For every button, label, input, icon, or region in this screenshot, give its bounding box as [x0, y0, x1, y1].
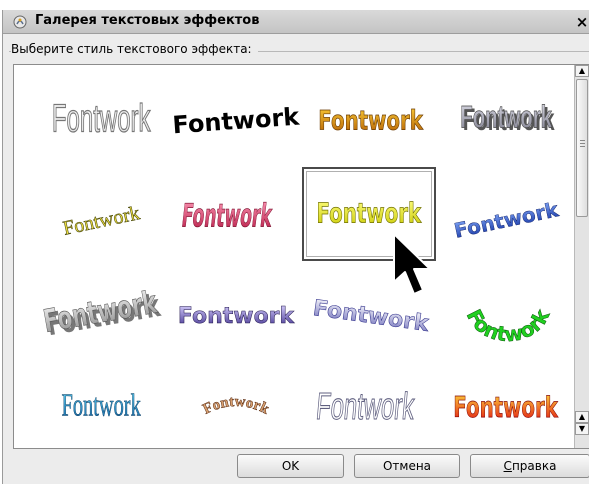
- grip-icon: [580, 140, 585, 141]
- effect-text: Fontwork: [172, 103, 302, 140]
- effect-text: Fontwork: [460, 99, 552, 135]
- effect-text: Fontwork: [201, 394, 273, 418]
- effect-tile-gray-3d-arch[interactable]: Fontwork Fontwork: [34, 265, 168, 359]
- effect-tile-green-circle-arc[interactable]: Fontwork: [439, 265, 573, 359]
- scrollbar-thumb[interactable]: [576, 79, 588, 217]
- scroll-up-arrow-icon[interactable]: ▲: [575, 65, 589, 77]
- effect-tile-outline-gray[interactable]: Fontwork: [34, 73, 168, 167]
- effect-tile-purple-3d[interactable]: Fontwork: [169, 265, 303, 359]
- effect-text-path: Fontwork: [461, 305, 554, 347]
- scroll-down-arrow-icon[interactable]: ▼: [575, 423, 589, 435]
- effect-tile-yellow-gradient[interactable]: Fontwork: [302, 167, 436, 261]
- effect-tile-blue-wave[interactable]: Fontwork: [304, 265, 438, 359]
- effects-gallery[interactable]: Fontwork Fontwork Fontwork Fontwork Font…: [13, 64, 589, 449]
- ok-button[interactable]: OK: [237, 454, 344, 478]
- effect-tile-bold-black-arc[interactable]: Fontwork: [169, 73, 303, 167]
- effect-tile-outline-wave[interactable]: Fontwork: [304, 361, 438, 455]
- effect-text: Fontwork: [452, 197, 561, 243]
- effect-text: Fontwork: [316, 198, 422, 230]
- button-bar: OK Отмена Справка: [3, 450, 589, 484]
- help-button[interactable]: Справка: [470, 454, 589, 478]
- effect-tile-red-orange-bold[interactable]: Fontwork: [439, 361, 573, 455]
- effect-text: Fontwork: [318, 105, 423, 137]
- effect-text: Fontwork: [315, 384, 417, 427]
- vertical-scrollbar[interactable]: ▲ ▲ ▼: [574, 65, 589, 448]
- title-bar[interactable]: Галерея текстовых эффектов ×: [3, 10, 589, 34]
- section-label: Выберите стиль текстового эффекта:: [11, 42, 258, 56]
- effect-text: Fontwork: [462, 305, 555, 347]
- app-icon: [13, 15, 27, 29]
- effect-text: Fontwork: [453, 390, 558, 424]
- effect-text: Fontwork: [180, 198, 275, 235]
- scroll-up-arrow-icon-bottom[interactable]: ▲: [575, 411, 589, 423]
- help-label: правка: [511, 459, 557, 473]
- cancel-button[interactable]: Отмена: [354, 454, 460, 478]
- effects-grid: Fontwork Fontwork Fontwork Fontwork Font…: [14, 65, 574, 448]
- window-title: Галерея текстовых эффектов: [35, 13, 260, 28]
- fontwork-gallery-dialog: Галерея текстовых эффектов × Выберите ст…: [2, 10, 589, 484]
- effect-text-path: Fontwork: [200, 394, 272, 419]
- effect-text: Fontwork: [61, 202, 142, 240]
- effect-tile-yellow-serif-slant[interactable]: Fontwork: [34, 169, 168, 263]
- effect-tile-blue-rising[interactable]: Fontwork: [439, 169, 573, 263]
- effect-text: Fontwork: [311, 296, 431, 337]
- effect-text: Fontwork: [52, 97, 151, 140]
- effect-tile-blue-plain[interactable]: Fontwork: [34, 361, 168, 455]
- effect-tile-gray-3d[interactable]: Fontwork Fontwork: [439, 73, 573, 167]
- effect-tile-pink-perspective[interactable]: Fontwork: [169, 169, 303, 263]
- effect-tile-brown-arch[interactable]: Fontwork: [169, 361, 303, 455]
- effect-text: Fontwork: [178, 304, 296, 329]
- help-mnemonic: С: [503, 459, 512, 473]
- close-icon[interactable]: ×: [574, 11, 589, 33]
- effect-tile-orange-gradient[interactable]: Fontwork: [304, 73, 438, 167]
- effect-text: Fontwork: [61, 388, 141, 422]
